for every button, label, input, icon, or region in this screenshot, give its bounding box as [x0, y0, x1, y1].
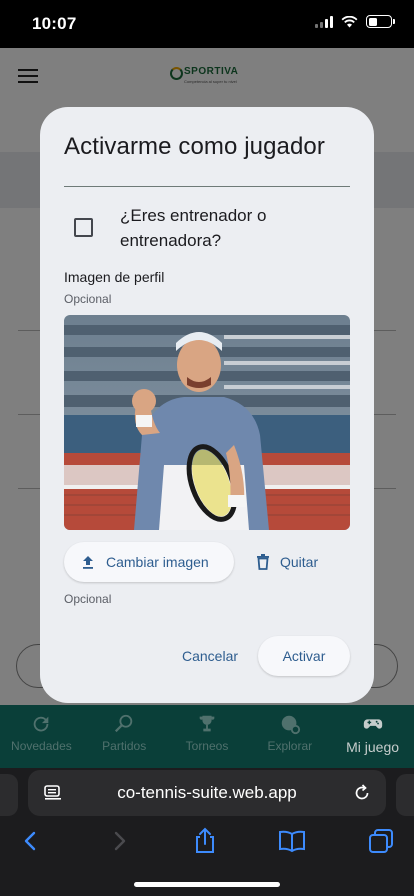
profile-image-optional-hint: Opcional — [64, 292, 112, 306]
cellular-signal-icon — [315, 15, 333, 28]
dialog-title: Activarme como jugador — [64, 133, 325, 160]
previous-tab-edge[interactable] — [0, 774, 18, 816]
home-indicator — [134, 882, 280, 887]
status-icons — [315, 15, 395, 28]
change-image-label: Cambiar imagen — [106, 554, 209, 570]
wifi-icon — [341, 15, 358, 27]
trash-icon — [257, 554, 269, 570]
browser-chrome: co-tennis-suite.web.app — [0, 768, 414, 896]
reload-icon[interactable] — [352, 783, 372, 803]
tabs-icon[interactable] — [366, 826, 396, 856]
forward-icon[interactable] — [104, 826, 134, 856]
page-menu-icon[interactable] — [44, 784, 62, 802]
profile-image-preview — [64, 315, 350, 530]
coach-checkbox[interactable] — [74, 218, 93, 237]
battery-icon — [366, 15, 395, 28]
upload-icon — [83, 556, 93, 569]
activate-button[interactable]: Activar — [258, 636, 350, 676]
address-bar[interactable]: co-tennis-suite.web.app — [28, 770, 386, 816]
bookmarks-icon[interactable] — [277, 826, 307, 856]
second-optional-hint: Opcional — [64, 592, 112, 606]
change-image-button[interactable]: Cambiar imagen — [64, 542, 234, 582]
dialog-divider — [64, 186, 350, 187]
remove-image-button[interactable]: Quitar — [252, 542, 332, 582]
status-time: 10:07 — [32, 14, 77, 33]
url-text: co-tennis-suite.web.app — [117, 783, 297, 802]
status-bar: 10:07 — [0, 0, 414, 48]
browser-toolbar — [0, 826, 414, 866]
remove-label: Quitar — [280, 554, 319, 570]
coach-checkbox-label[interactable]: ¿Eres entrenador o entrenadora? — [120, 203, 300, 253]
back-icon[interactable] — [16, 826, 46, 856]
next-tab-edge[interactable] — [396, 774, 414, 816]
cancel-button[interactable]: Cancelar — [176, 636, 244, 676]
share-icon[interactable] — [190, 826, 220, 856]
profile-image-label: Imagen de perfil — [64, 269, 165, 285]
